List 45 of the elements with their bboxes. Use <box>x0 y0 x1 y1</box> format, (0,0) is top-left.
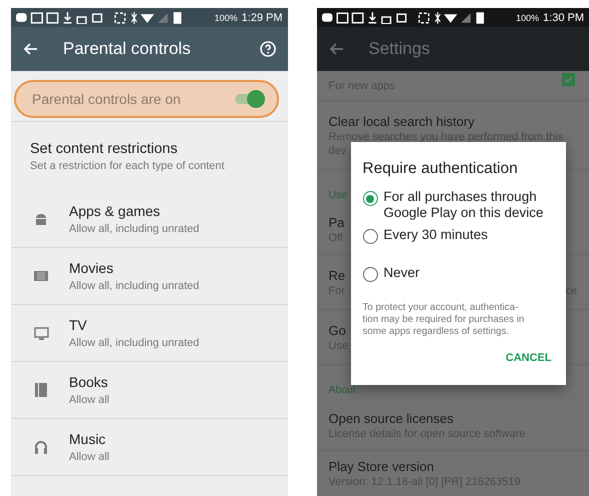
category-subtitle: Allow all <box>69 394 110 406</box>
dialog-title: Require authentication <box>362 160 519 178</box>
section-subtitle: Set a restriction for each type of content <box>30 160 224 172</box>
headphones-icon <box>34 440 48 454</box>
category-title[interactable]: Music <box>69 431 106 447</box>
category-title[interactable]: Apps & games <box>69 203 160 219</box>
radio-icon[interactable] <box>362 191 378 206</box>
radio-option[interactable]: For all purchases through Google Play on this device <box>362 189 552 222</box>
section-title: Set content restrictions <box>30 141 178 157</box>
setting-title: Pa <box>328 215 344 230</box>
screen-title: Parental controls <box>63 39 192 59</box>
category-subtitle: Allow all, including unrated <box>69 337 200 349</box>
cancel-button[interactable]: CANCEL <box>506 348 552 368</box>
category-subtitle: Allow all, including unrated <box>69 223 200 235</box>
screen-title: Settings <box>368 39 431 59</box>
category-subtitle: Allow all, including unrated <box>69 280 200 292</box>
setting-title: Play Store version <box>328 459 434 474</box>
setting-title: Go <box>328 322 346 338</box>
status-time: 1:29 PM <box>242 12 282 24</box>
book-icon <box>35 383 47 397</box>
help-icon[interactable] <box>260 41 276 57</box>
category-title[interactable]: Movies <box>69 260 114 276</box>
section-header: Use <box>328 189 348 201</box>
dialog-note: To protect your account, authentica- tion may be required for purchases in some apps regardless of settings. <box>362 302 526 338</box>
setting-title: Clear local search history <box>328 114 474 128</box>
setting-title: Re <box>328 268 346 282</box>
radio-icon[interactable] <box>362 267 378 282</box>
category-subtitle: Allow all <box>69 451 110 463</box>
battery-percentage: 100% <box>516 12 540 22</box>
category-title[interactable]: TV <box>69 317 87 333</box>
status-time: 1:30 PM <box>543 12 584 24</box>
radio-icon[interactable] <box>362 229 378 244</box>
back-arrow-icon[interactable] <box>328 43 342 55</box>
film-icon <box>34 271 48 281</box>
radio-option[interactable]: Never <box>362 265 552 298</box>
radio-option[interactable]: Every 30 minutes <box>362 227 552 260</box>
toggle-label: Parental controls are on <box>32 91 181 107</box>
section-header: About <box>328 384 356 396</box>
checkbox[interactable] <box>562 73 575 86</box>
monitor-icon <box>34 326 48 340</box>
setting-title: Open source licenses <box>328 410 454 426</box>
android-icon <box>34 213 48 225</box>
toggle-switch[interactable] <box>232 90 264 108</box>
category-title[interactable]: Books <box>69 374 108 390</box>
battery-percentage: 100% <box>214 12 238 22</box>
